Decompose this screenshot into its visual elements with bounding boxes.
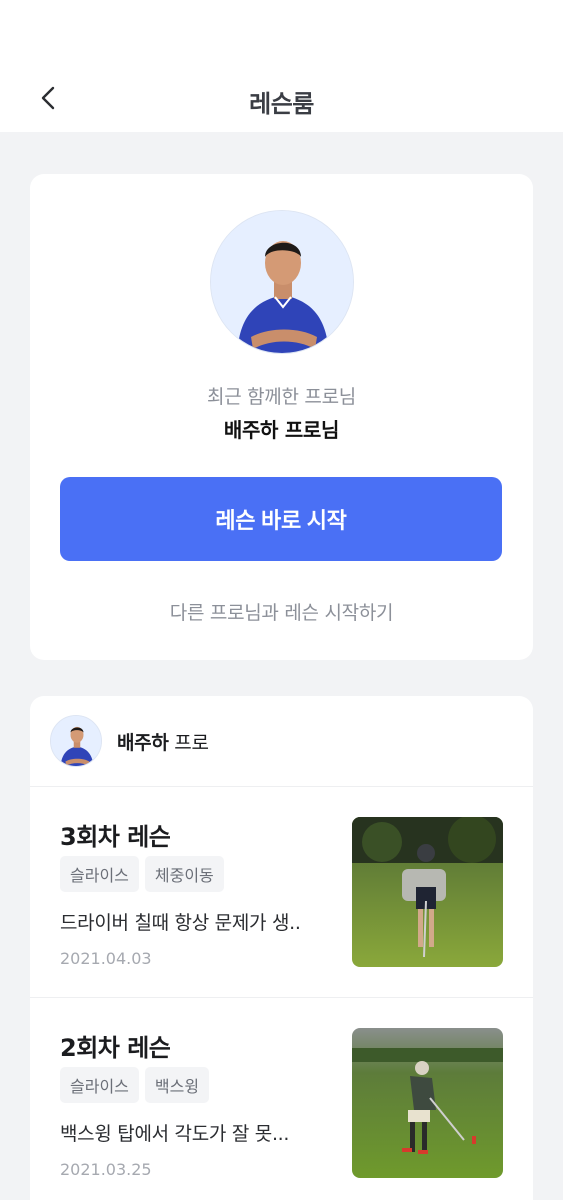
lesson-pro-name-bold: 배주하: [117, 732, 169, 754]
lesson-tags: 슬라이스 체중이동: [60, 856, 224, 892]
recent-pro-name: 배주하 프로님: [223, 418, 340, 442]
lesson-thumbnail: [352, 817, 503, 967]
lesson-pro-suffix: 프로: [168, 732, 209, 754]
lesson-tags: 슬라이스 백스윙: [60, 1067, 210, 1103]
lesson-title: 3회차 레슨: [60, 823, 171, 851]
lesson-date: 2021.03.25: [60, 1160, 152, 1179]
lesson-tag: 체중이동: [144, 856, 224, 892]
page-title: 레슨룸: [249, 90, 314, 118]
lesson-history-card: 배주하 프로 3회차 레슨 슬라이스 체중이동 드라이버 칠때 항상 문제가 생…: [30, 696, 533, 1200]
lesson-tag: 슬라이스: [60, 856, 139, 892]
lesson-tag: 백스윙: [144, 1067, 210, 1103]
pro-avatar-small: [50, 715, 102, 767]
recent-pro-label: 최근 함께한 프로님: [207, 386, 356, 408]
recent-pro-card: 최근 함께한 프로님 배주하 프로님 레슨 바로 시작 다른 프로님과 레슨 시…: [30, 174, 533, 660]
lesson-title: 2회차 레슨: [60, 1034, 171, 1062]
lesson-tag: 슬라이스: [60, 1067, 139, 1103]
lesson-pro-header: 배주하 프로: [30, 696, 533, 787]
lesson-description: 드라이버 칠때 항상 문제가 생..: [60, 912, 301, 934]
app-header: 레슨룸: [0, 0, 563, 132]
lesson-description: 백스윙 탑에서 각도가 잘 못...: [60, 1123, 290, 1145]
start-lesson-button[interactable]: 레슨 바로 시작: [60, 477, 502, 561]
lesson-thumbnail: [352, 1028, 503, 1178]
pro-avatar: [210, 210, 354, 354]
lesson-list-item[interactable]: 2회차 레슨 슬라이스 백스윙 백스윙 탑에서 각도가 잘 못... 2021.…: [30, 998, 533, 1200]
lesson-date: 2021.04.03: [60, 949, 152, 968]
other-pro-lesson-link[interactable]: 다른 프로님과 레슨 시작하기: [30, 598, 533, 625]
lesson-list-item[interactable]: 3회차 레슨 슬라이스 체중이동 드라이버 칠때 항상 문제가 생.. 2021…: [30, 787, 533, 998]
lesson-pro-name: 배주하 프로: [117, 728, 209, 755]
